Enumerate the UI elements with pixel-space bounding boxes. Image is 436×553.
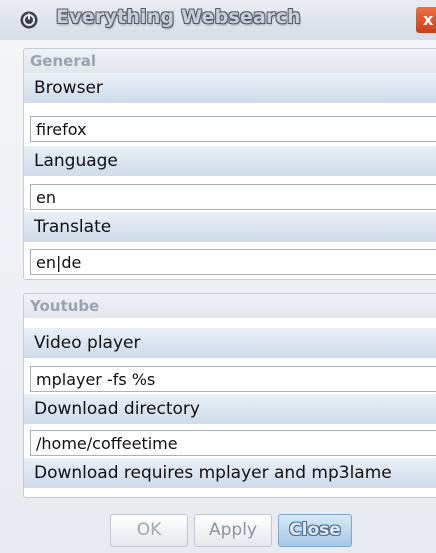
translate-label: Translate: [24, 212, 436, 242]
close-button[interactable]: Close: [278, 514, 352, 547]
window-close-button[interactable]: x: [416, 7, 436, 33]
browser-label: Browser: [24, 73, 436, 103]
power-icon[interactable]: [20, 11, 38, 29]
video-player-field[interactable]: [30, 366, 436, 392]
ok-button[interactable]: OK: [110, 514, 188, 547]
download-note: Download requires mplayer and mp3lame: [24, 458, 436, 488]
video-player-label: Video player: [24, 328, 436, 358]
general-header: General: [24, 49, 436, 73]
window-title: Everything Websearch: [56, 6, 301, 28]
title-bar[interactable]: Everything Websearch x: [0, 0, 436, 40]
youtube-header: Youtube: [24, 294, 436, 318]
youtube-group: Youtube Video player Download directory …: [23, 293, 436, 498]
settings-window: Everything Websearch x General Browser L…: [0, 0, 436, 553]
download-directory-field[interactable]: [30, 430, 436, 456]
translate-field[interactable]: [30, 249, 436, 275]
language-label: Language: [24, 146, 436, 176]
language-field[interactable]: [30, 184, 436, 210]
general-group: General Browser Language Translate: [23, 48, 436, 280]
browser-field[interactable]: [30, 116, 436, 142]
download-directory-label: Download directory: [24, 394, 436, 424]
apply-button[interactable]: Apply: [194, 514, 272, 547]
